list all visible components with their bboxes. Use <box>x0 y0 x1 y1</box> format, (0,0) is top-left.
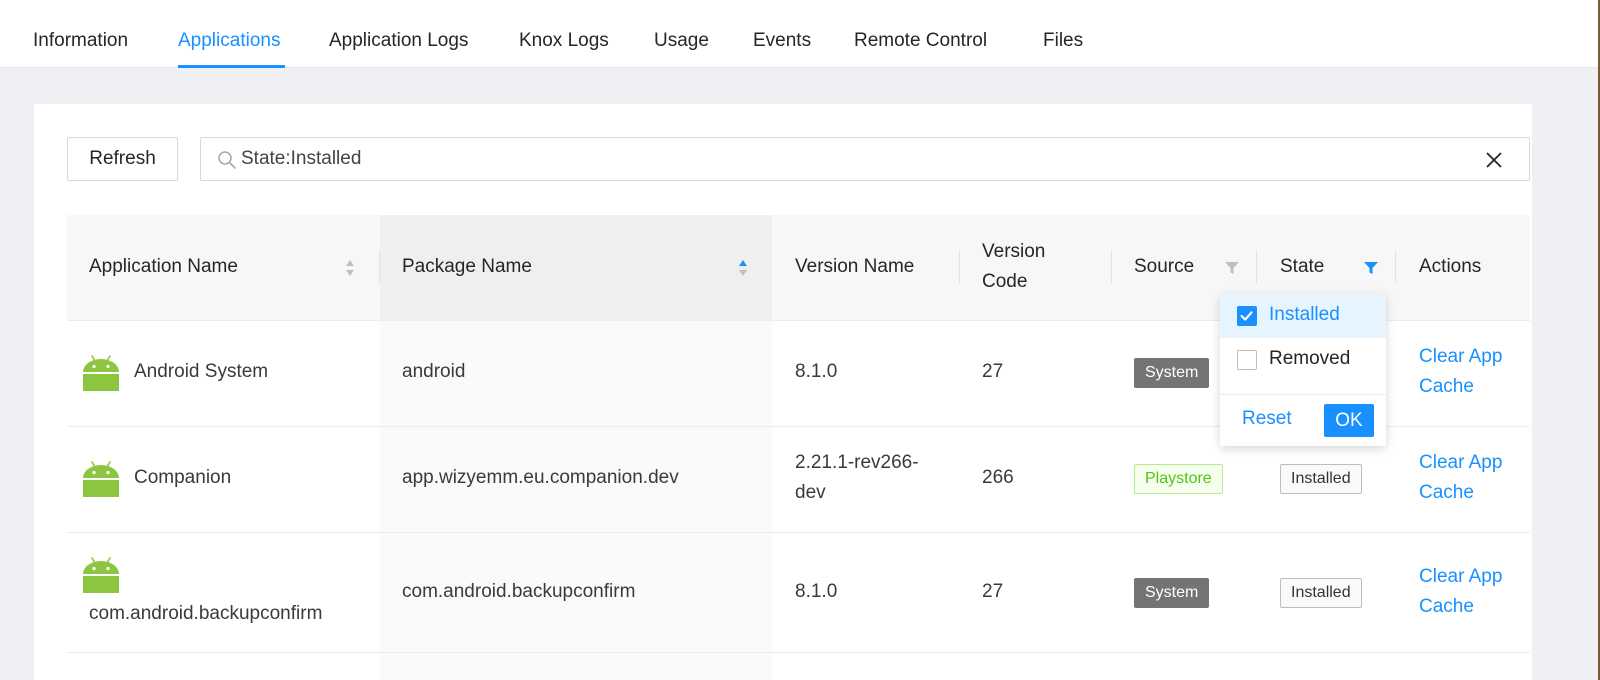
ok-button[interactable]: OK <box>1324 404 1374 437</box>
state-filter-dropdown: Installed Removed Reset OK <box>1220 294 1386 446</box>
tab-remote-control[interactable]: Remote Control <box>854 30 987 52</box>
column-version-code: Version <box>982 241 1046 262</box>
table-row: com.android.backupconfirm com.android.ba… <box>67 533 1530 653</box>
reset-button[interactable]: Reset <box>1242 408 1292 430</box>
checkbox[interactable] <box>1237 350 1257 370</box>
app-name: Companion <box>134 467 232 488</box>
column-actions: Actions <box>1419 256 1482 277</box>
filter-option-label: Installed <box>1269 304 1340 325</box>
search-icon <box>218 151 236 169</box>
source-badge: System <box>1134 578 1210 608</box>
version-code: 27 <box>982 361 1004 382</box>
divider <box>1220 394 1386 395</box>
active-tab-indicator <box>178 65 285 68</box>
state-badge: Installed <box>1280 464 1362 494</box>
version-code: 266 <box>982 467 1014 488</box>
source-badge: System <box>1134 358 1210 388</box>
column-package-name[interactable]: Package Name <box>402 252 532 282</box>
column-source: Source <box>1134 256 1195 277</box>
version-name: 2.21.1-rev266- <box>795 452 919 473</box>
clear-app-cache-link[interactable]: Clear App <box>1419 342 1502 372</box>
filter-option-installed[interactable]: Installed <box>1220 294 1386 338</box>
filter-option-removed[interactable]: Removed <box>1220 338 1386 382</box>
tab-information[interactable]: Information <box>33 30 128 52</box>
refresh-button[interactable]: Refresh <box>67 137 178 181</box>
column-version-name: Version Name <box>795 256 915 277</box>
clear-app-cache-link-line2[interactable]: Cache <box>1419 478 1474 508</box>
version-code: 27 <box>982 581 1004 602</box>
filter-option-label: Removed <box>1269 348 1351 369</box>
app-name: Android System <box>134 361 269 382</box>
clear-app-cache-link[interactable]: Clear App <box>1419 562 1502 592</box>
search-input[interactable]: State:Installed <box>200 137 1530 181</box>
version-name-line2: dev <box>795 482 826 503</box>
tab-usage[interactable]: Usage <box>654 30 709 52</box>
package-name: com.android.backupconfirm <box>402 581 636 602</box>
close-icon[interactable] <box>1485 151 1503 169</box>
state-badge: Installed <box>1280 578 1362 608</box>
sort-icon[interactable] <box>344 257 356 279</box>
tab-bar: Information Applications Application Log… <box>0 0 1600 68</box>
version-name: 8.1.0 <box>795 581 838 602</box>
clear-app-cache-link[interactable]: Clear App <box>1419 448 1502 478</box>
tab-events[interactable]: Events <box>753 30 811 52</box>
column-state: State <box>1280 256 1325 277</box>
android-icon <box>83 557 119 593</box>
app-name: com.android.backupconfirm <box>89 603 323 624</box>
sort-icon[interactable] <box>737 257 749 279</box>
clear-app-cache-link-line2[interactable]: Cache <box>1419 372 1474 402</box>
search-value: State:Installed <box>241 148 362 169</box>
column-version-code-line2: Code <box>982 271 1028 292</box>
package-name: android <box>402 361 466 382</box>
android-icon <box>83 355 119 391</box>
tab-application-logs[interactable]: Application Logs <box>329 30 468 52</box>
filter-icon[interactable] <box>1224 260 1240 276</box>
check-icon <box>1240 311 1253 321</box>
filter-icon[interactable] <box>1363 260 1379 276</box>
android-icon <box>83 461 119 497</box>
source-badge: Playstore <box>1134 464 1223 494</box>
column-application-name[interactable]: Application Name <box>89 252 238 282</box>
tab-files[interactable]: Files <box>1043 30 1083 52</box>
tab-knox-logs[interactable]: Knox Logs <box>519 30 609 52</box>
tab-applications[interactable]: Applications <box>178 30 280 52</box>
checkbox[interactable] <box>1237 306 1257 326</box>
clear-app-cache-link-line2[interactable]: Cache <box>1419 592 1474 622</box>
package-name: app.wizyemm.eu.companion.dev <box>402 467 679 488</box>
version-name: 8.1.0 <box>795 361 838 382</box>
